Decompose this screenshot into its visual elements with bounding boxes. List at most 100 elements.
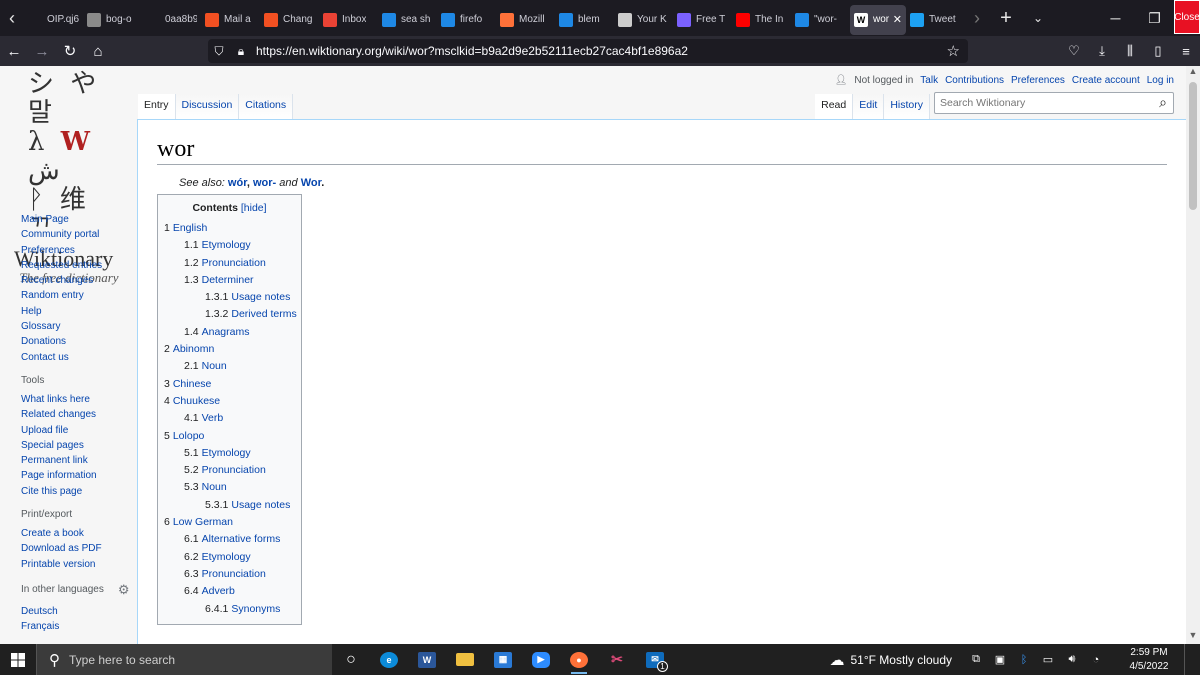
search-input[interactable] bbox=[935, 97, 1145, 109]
downloads-icon[interactable]: ⤓ bbox=[1088, 36, 1116, 66]
browser-tab[interactable]: The In bbox=[732, 5, 791, 35]
sidebar-tools-link[interactable]: Page information bbox=[21, 468, 131, 483]
weather-widget[interactable]: ☁ 51°F Mostly cloudy bbox=[829, 651, 952, 669]
sidebar-nav-link[interactable]: Requested entries bbox=[21, 258, 131, 273]
browser-tab[interactable]: Chang bbox=[260, 5, 319, 35]
browser-tab[interactable]: Your K bbox=[614, 5, 673, 35]
bluetooth-icon[interactable]: ᛒ bbox=[1012, 654, 1036, 666]
browser-tab[interactable]: Inbox bbox=[319, 5, 378, 35]
sidebar-tools-link[interactable]: Upload file bbox=[21, 423, 131, 438]
tab-scroll-left-button[interactable]: ‹ bbox=[0, 0, 24, 36]
sidebar-tools-link[interactable]: Cite this page bbox=[21, 484, 131, 499]
close-window-button[interactable]: Close bbox=[1174, 0, 1200, 34]
see-also-link-wor-capital[interactable]: Wor bbox=[301, 177, 322, 189]
contributions-link[interactable]: Contributions bbox=[945, 75, 1004, 86]
wifi-icon[interactable]: ◔ bbox=[1084, 654, 1108, 666]
lock-icon[interactable]: 🔒︎ bbox=[230, 44, 252, 59]
sidebar-nav-link[interactable]: Recent changes bbox=[21, 273, 131, 288]
sidebar-nav-link[interactable]: Help bbox=[21, 304, 131, 319]
tab-history[interactable]: History bbox=[884, 94, 930, 119]
firefox-taskbar-icon[interactable]: ● bbox=[560, 644, 598, 675]
sidebar-nav-link[interactable]: Community portal bbox=[21, 227, 131, 242]
word-icon[interactable]: W bbox=[408, 644, 446, 675]
toc-entry[interactable]: 6.3 Pronunciation bbox=[164, 566, 301, 583]
tab-citations[interactable]: Citations bbox=[239, 94, 294, 119]
show-desktop-button[interactable] bbox=[1184, 644, 1200, 675]
toc-entry[interactable]: 1.4 Anagrams bbox=[164, 324, 301, 341]
library-icon[interactable]: ⫼ bbox=[1116, 36, 1144, 66]
toc-entry[interactable]: 2 Abinomn bbox=[164, 341, 301, 358]
calendar-icon[interactable]: ▦ bbox=[484, 644, 522, 675]
browser-tab[interactable]: bog-o bbox=[83, 5, 142, 35]
sidebar-toggle-icon[interactable]: ▯ bbox=[1144, 36, 1172, 66]
cortana-icon[interactable]: ○ bbox=[332, 644, 370, 675]
sidebar-nav-link[interactable]: Contact us bbox=[21, 350, 131, 365]
list-all-tabs-button[interactable]: ⌄ bbox=[1023, 11, 1053, 25]
toc-entry[interactable]: 5.3 Noun bbox=[164, 479, 301, 496]
toc-entry[interactable]: 1.3.2 Derived terms bbox=[164, 306, 301, 323]
sidebar-nav-link[interactable]: Preferences bbox=[21, 243, 131, 258]
volume-icon[interactable]: 🔊︎ bbox=[1060, 653, 1084, 666]
toc-entry[interactable]: 5.1 Etymology bbox=[164, 445, 301, 462]
talk-link[interactable]: Talk bbox=[920, 75, 938, 86]
scrollbar-thumb[interactable] bbox=[1189, 82, 1197, 210]
browser-tab[interactable]: Mozill bbox=[496, 5, 555, 35]
search-icon[interactable]: ⌕ bbox=[1159, 94, 1167, 111]
tab-scroll-right-button[interactable]: › bbox=[965, 0, 989, 36]
toc-entry[interactable]: 3 Chinese bbox=[164, 376, 301, 393]
sidebar-nav-link[interactable]: Donations bbox=[21, 334, 131, 349]
preferences-link[interactable]: Preferences bbox=[1011, 75, 1065, 86]
browser-tab[interactable]: "wor- bbox=[791, 5, 850, 35]
minimize-button[interactable]: ─ bbox=[1096, 0, 1135, 36]
clock[interactable]: 2:59 PM 4/5/2022 bbox=[1114, 646, 1184, 674]
wiktionary-logo[interactable]: シ や 말 λ W ش ᚹ 维 ᄁ Wiktionary The free di… bbox=[14, 70, 124, 286]
url-text[interactable]: https://en.wiktionary.org/wiki/wor?msclk… bbox=[256, 44, 688, 58]
tab-discussion[interactable]: Discussion bbox=[175, 94, 240, 119]
toc-entry[interactable]: 5.2 Pronunciation bbox=[164, 462, 301, 479]
toc-entry[interactable]: 1.2 Pronunciation bbox=[164, 255, 301, 272]
tab-read[interactable]: Read bbox=[815, 94, 854, 119]
address-bar[interactable]: ⛉ 🔒︎ https://en.wiktionary.org/wiki/wor?… bbox=[208, 39, 968, 63]
forward-button[interactable]: → bbox=[28, 36, 56, 66]
app-tray-icon[interactable]: ▣ bbox=[988, 653, 1012, 666]
browser-tab[interactable]: OIP.qj6a7 bbox=[24, 5, 83, 35]
sidebar-language-link[interactable]: Deutsch bbox=[21, 604, 131, 619]
toc-entry[interactable]: 5 Lolopo bbox=[164, 428, 301, 445]
browser-tab[interactable]: 0aa8b9bd bbox=[142, 5, 201, 35]
edge-icon[interactable]: e bbox=[370, 644, 408, 675]
toc-entry[interactable]: 2.1 Noun bbox=[164, 358, 301, 375]
toc-entry[interactable]: 4.1 Verb bbox=[164, 410, 301, 427]
toc-entry[interactable]: 1 English bbox=[164, 220, 301, 237]
sidebar-tools-link[interactable]: Special pages bbox=[21, 438, 131, 453]
back-button[interactable]: ← bbox=[0, 36, 28, 66]
sidebar-tools-link[interactable]: Permanent link bbox=[21, 453, 131, 468]
sidebar-tools-link[interactable]: Related changes bbox=[21, 407, 131, 422]
mail-icon[interactable]: ✉ 1 bbox=[636, 644, 674, 675]
reload-button[interactable]: ↻ bbox=[56, 36, 84, 66]
sidebar-language-link[interactable]: Français bbox=[21, 619, 131, 634]
toc-entry[interactable]: 6.4 Adverb bbox=[164, 583, 301, 600]
login-link[interactable]: Log in bbox=[1147, 75, 1174, 86]
browser-tab[interactable]: blem bbox=[555, 5, 614, 35]
sidebar-nav-link[interactable]: Glossary bbox=[21, 319, 131, 334]
scroll-down-arrow-icon[interactable]: ▼ bbox=[1186, 630, 1200, 644]
browser-tab[interactable]: Wwor ✕ bbox=[850, 4, 906, 35]
toc-hide-toggle[interactable]: [hide] bbox=[241, 202, 267, 214]
sidebar-print-link[interactable]: Printable version bbox=[21, 557, 131, 572]
browser-tab[interactable]: Free T bbox=[673, 5, 732, 35]
browser-tab[interactable]: Mail a bbox=[201, 5, 260, 35]
meet-now-icon[interactable]: ⧉ bbox=[964, 653, 988, 666]
scroll-up-arrow-icon[interactable]: ▲ bbox=[1186, 66, 1200, 80]
start-button[interactable] bbox=[0, 644, 36, 675]
toc-entry[interactable]: 6.1 Alternative forms bbox=[164, 531, 301, 548]
restore-button[interactable]: ❐ bbox=[1135, 0, 1174, 36]
toc-entry[interactable]: 1.3.1 Usage notes bbox=[164, 289, 301, 306]
sidebar-print-link[interactable]: Create a book bbox=[21, 526, 131, 541]
toc-entry[interactable]: 6.2 Etymology bbox=[164, 549, 301, 566]
new-tab-button[interactable]: + bbox=[989, 7, 1023, 30]
sidebar-tools-link[interactable]: What links here bbox=[21, 392, 131, 407]
toc-entry[interactable]: 6.4.1 Synonyms bbox=[164, 601, 301, 618]
menu-icon[interactable]: ≡ bbox=[1172, 36, 1200, 66]
tab-entry[interactable]: Entry bbox=[138, 94, 176, 119]
browser-tab[interactable]: firefo bbox=[437, 5, 496, 35]
